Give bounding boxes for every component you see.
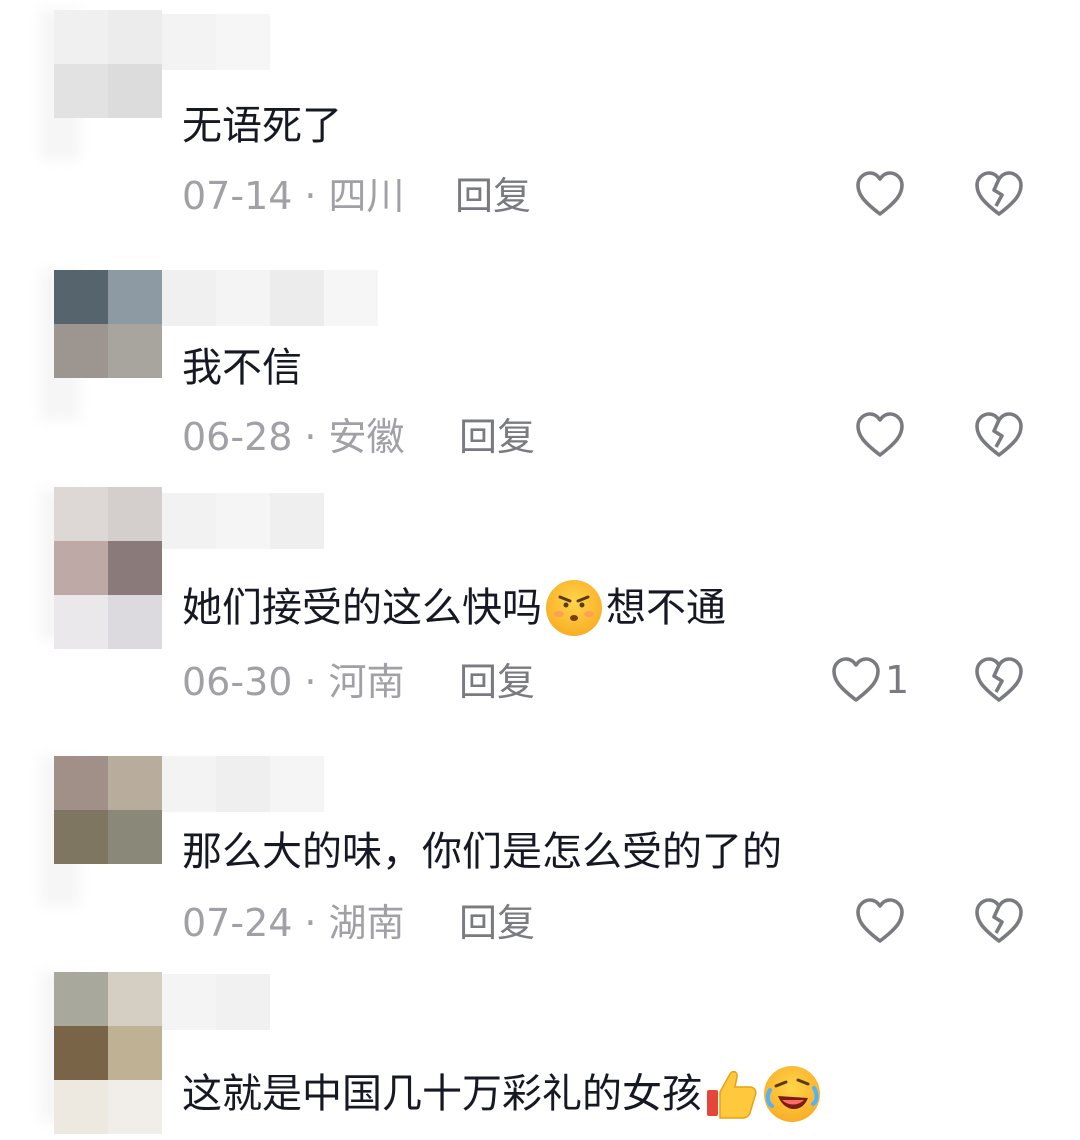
like-button[interactable]: 1 [831,656,909,704]
avatar[interactable] [54,972,162,1134]
comment-text-part: 这就是中国几十万彩礼的女孩 [182,1071,702,1117]
comment-text: 我不信 [182,345,302,391]
comment-item: 她们接受的这么快吗 想不通 06-30 · 河南 回复 1 [0,485,1080,730]
like-count: 1 [885,658,910,702]
username-blurred[interactable] [162,14,270,70]
comment-location: 河南 [328,660,405,704]
comment-text: 她们接受的这么快吗 想不通 [182,580,726,636]
comment-item: 这就是中国几十万彩礼的女孩 [0,970,1080,1140]
dislike-button[interactable] [974,656,1024,708]
broken-heart-icon [975,171,1023,216]
username-blurred[interactable] [162,756,324,812]
rofl-emoji-icon [764,1066,820,1122]
comment-location: 四川 [328,174,405,218]
frown-emoji-icon [546,580,602,636]
username-blurred[interactable] [162,974,270,1030]
comment-meta: 07-24 · 湖南 [182,901,405,945]
reply-button[interactable]: 回复 [459,898,535,948]
avatar[interactable] [54,756,162,864]
like-button[interactable] [855,170,905,218]
like-button[interactable] [855,411,905,459]
broken-heart-icon [975,412,1023,457]
comment-date: 07-14 [182,174,293,218]
comment-meta: 06-28 · 安徽 [182,415,405,459]
avatar[interactable] [54,10,162,118]
comment-text-part: 想不通 [606,585,726,631]
avatar[interactable] [54,487,162,649]
comment-location: 安徽 [328,415,405,459]
dislike-button[interactable] [974,170,1024,222]
dislike-button[interactable] [974,411,1024,463]
heart-outline-icon [856,898,904,943]
reply-button[interactable]: 回复 [455,171,531,221]
dislike-button[interactable] [974,897,1024,949]
username-blurred[interactable] [162,270,378,326]
like-button[interactable] [855,897,905,945]
broken-heart-icon [975,657,1023,702]
reply-button[interactable]: 回复 [459,657,535,707]
reply-button[interactable]: 回复 [459,412,535,462]
comment-meta: 07-14 · 四川 [182,174,405,218]
heart-outline-icon [856,412,904,457]
comment-location: 湖南 [328,901,405,945]
comment-text: 那么大的味，你们是怎么受的了的 [182,829,782,875]
comment-date: 07-24 [182,901,293,945]
username-blurred[interactable] [162,493,324,549]
comment-item: 无语死了 07-14 · 四川 回复 [0,0,1080,240]
broken-heart-icon [975,898,1023,943]
heart-outline-icon [856,171,904,216]
comment-text: 无语死了 [182,103,342,149]
avatar[interactable] [54,270,162,378]
comment-item: 我不信 06-28 · 安徽 回复 [0,240,1080,485]
comment-date: 06-28 [182,415,293,459]
thumbs-up-icon [704,1066,760,1122]
comment-meta: 06-30 · 河南 [182,660,405,704]
comment-item: 那么大的味，你们是怎么受的了的 07-24 · 湖南 回复 [0,730,1080,970]
heart-outline-icon [832,657,880,702]
comment-text: 这就是中国几十万彩礼的女孩 [182,1066,820,1122]
comment-text-part: 她们接受的这么快吗 [182,585,542,631]
comment-date: 06-30 [182,660,293,704]
